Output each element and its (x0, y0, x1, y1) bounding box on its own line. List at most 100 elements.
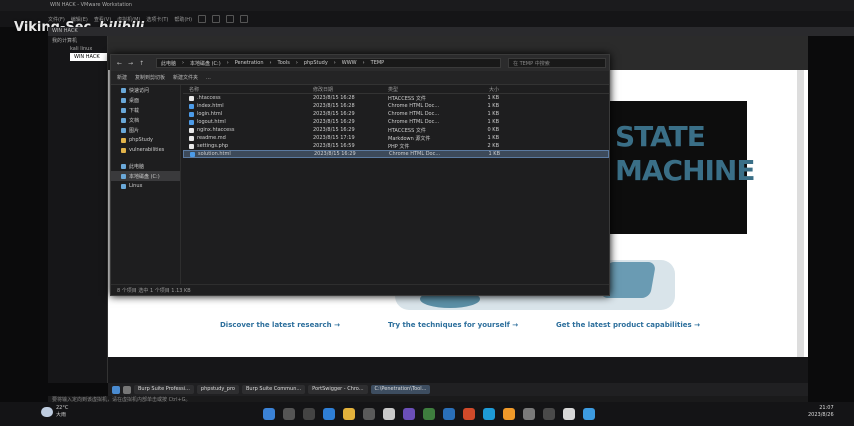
file-row[interactable]: .htaccess 2023/8/15 16:28 HTACCESS 文件 1 KB (183, 94, 609, 102)
revert-icon[interactable] (226, 15, 235, 23)
link-techniques[interactable]: Try the techniques for yourself → (388, 321, 518, 329)
folder-icon (121, 137, 126, 143)
host-clock[interactable]: 21:07 2023/8/26 (808, 405, 834, 419)
download-icon (121, 107, 126, 113)
address-bar[interactable]: 此电脑 › 本地磁盘 (C:) › Penetration › Tools › phpS… (156, 58, 501, 68)
crumb-phpstudy[interactable]: phpStudy (304, 60, 328, 66)
vmware-title: WIN HACK - VMware Workstation (50, 2, 132, 8)
fullscreen-icon[interactable] (240, 15, 249, 23)
file-explorer-window: ← → ↑ 此电脑 › 本地磁盘 (C:) › Penetration › Tools… (110, 54, 610, 296)
menu-tabs[interactable]: 选项卡(T) (146, 16, 168, 23)
taskbar-phpstudy[interactable]: phpstudy_pro (196, 385, 239, 394)
file-row[interactable]: readme.md 2023/8/15 17:19 Markdown 源文件 1 KB (183, 134, 609, 142)
copy-button[interactable]: 复制到剪切板 (135, 74, 165, 81)
tab-win-hack[interactable]: WIN HACK (52, 28, 78, 34)
col-size[interactable]: 大小 (453, 86, 503, 93)
search-icon[interactable] (283, 408, 295, 420)
edge-icon[interactable] (323, 408, 335, 420)
library-item-win-hack[interactable]: WIN HACK (70, 53, 107, 61)
file-type: Chrome HTML Doc... (389, 151, 441, 157)
taskbar-burp-community[interactable]: Burp Suite Commun... (241, 385, 306, 394)
php-file-icon (189, 143, 194, 149)
app-icon[interactable] (403, 408, 415, 420)
linux-icon (121, 183, 126, 189)
forward-icon[interactable]: → (128, 60, 133, 67)
app-icon[interactable] (543, 408, 555, 420)
up-icon[interactable]: ↑ (139, 60, 144, 67)
search-icon[interactable] (123, 385, 131, 394)
app-icon[interactable] (503, 408, 515, 420)
file-type: Chrome HTML Doc... (388, 111, 440, 117)
sidebar-item-vulnerabilities[interactable]: vulnerabilities (111, 145, 180, 155)
menu-help[interactable]: 帮助(H) (174, 16, 192, 23)
folder-icon (121, 147, 126, 153)
new-button[interactable]: 新建 (117, 74, 127, 81)
taskbar-explorer[interactable]: C:\Penetration\Tool... (370, 385, 431, 394)
file-explorer-icon[interactable] (343, 408, 355, 420)
sidebar-item-phpstudy[interactable]: phpStudy (111, 135, 180, 145)
more-button[interactable]: ... (206, 75, 211, 81)
app-icon[interactable] (363, 408, 375, 420)
sidebar-item-pictures[interactable]: 图片 (111, 125, 180, 135)
crumb-www[interactable]: WWW (342, 60, 357, 66)
app-icon[interactable] (383, 408, 395, 420)
sidebar-item-this-pc[interactable]: 此电脑 (111, 161, 180, 171)
link-product-label: Get the latest product capabilities (556, 321, 692, 329)
app-icon[interactable] (483, 408, 495, 420)
sidebar-item-desktop[interactable]: 桌面 (111, 95, 180, 105)
task-view-icon[interactable] (303, 408, 315, 420)
file-row[interactable]: logout.html 2023/8/15 16:29 Chrome HTML Do… (183, 118, 609, 126)
sidebar-item-quick-access[interactable]: 快速访问 (111, 85, 180, 95)
col-date[interactable]: 修改日期 (313, 86, 388, 93)
windows-start-icon[interactable] (263, 408, 275, 420)
taskbar-burp-pro[interactable]: Burp Suite Professi... (134, 385, 194, 394)
weather-widget[interactable]: 22°C 大雨 (56, 405, 68, 419)
file-list: 名称 修改日期 类型 大小 .htaccess 2023/8/15 16:28 HT… (183, 85, 609, 284)
crumb-penetration[interactable]: Penetration (235, 60, 264, 66)
crumb-temp[interactable]: TEMP (371, 60, 385, 66)
app-icon[interactable] (463, 408, 475, 420)
app-icon[interactable] (423, 408, 435, 420)
taskbar-chrome[interactable]: PortSwigger - Chro... (308, 385, 368, 394)
file-icon (189, 95, 194, 101)
file-date: 2023/8/15 16:28 (313, 95, 355, 101)
file-row[interactable]: nginx.htaccess 2023/8/15 16:29 HTACCESS 文件… (183, 126, 609, 134)
sidebar-item-downloads[interactable]: 下载 (111, 105, 180, 115)
crumb-drive[interactable]: 本地磁盘 (C:) (190, 60, 221, 67)
snapshot-icon[interactable] (212, 15, 221, 23)
file-row[interactable]: login.html 2023/8/15 16:29 Chrome HTML Doc… (183, 110, 609, 118)
power-icon[interactable] (198, 15, 207, 23)
back-icon[interactable]: ← (117, 60, 122, 67)
file-size: 1 KB (487, 103, 499, 109)
sidebar-item-linux[interactable]: Linux (111, 181, 180, 191)
crumb-pc[interactable]: 此电脑 (161, 60, 176, 67)
sidebar-label: 图片 (129, 127, 140, 134)
file-row-selected[interactable]: solution.html 2023/8/15 16:29 Chrome HTML … (183, 150, 609, 158)
app-icon[interactable] (443, 408, 455, 420)
library-item-kali[interactable]: kali linux (66, 45, 107, 53)
col-type[interactable]: 类型 (388, 86, 453, 93)
chrome-html-icon (189, 103, 194, 109)
file-type: Chrome HTML Doc... (388, 119, 440, 125)
file-type: PHP 文件 (388, 143, 410, 150)
chrome-html-icon (189, 119, 194, 125)
desktop-icon (121, 97, 126, 103)
link-research[interactable]: Discover the latest research → (220, 321, 340, 329)
sidebar-item-documents[interactable]: 文档 (111, 115, 180, 125)
file-date: 2023/8/15 16:29 (314, 151, 356, 157)
crumb-tools[interactable]: Tools (278, 60, 290, 66)
windows-start-icon[interactable] (112, 385, 120, 394)
file-name: solution.html (198, 151, 231, 157)
app-icon[interactable] (583, 408, 595, 420)
file-row[interactable]: index.html 2023/8/15 16:28 Chrome HTML Doc… (183, 102, 609, 110)
new-folder-button[interactable]: 新建文件夹 (173, 74, 198, 81)
app-icon[interactable] (563, 408, 575, 420)
sidebar-item-drive-c[interactable]: 本地磁盘 (C:) (111, 171, 180, 181)
link-product[interactable]: Get the latest product capabilities → (556, 321, 700, 329)
col-name[interactable]: 名称 (183, 86, 313, 93)
file-name: login.html (197, 111, 223, 117)
explorer-search-input[interactable]: 在 TEMP 中搜索 (508, 58, 606, 68)
browser-scrollbar[interactable] (797, 70, 804, 360)
file-row[interactable]: settings.php 2023/8/15 16:59 PHP 文件 2 KB (183, 142, 609, 150)
app-icon[interactable] (523, 408, 535, 420)
